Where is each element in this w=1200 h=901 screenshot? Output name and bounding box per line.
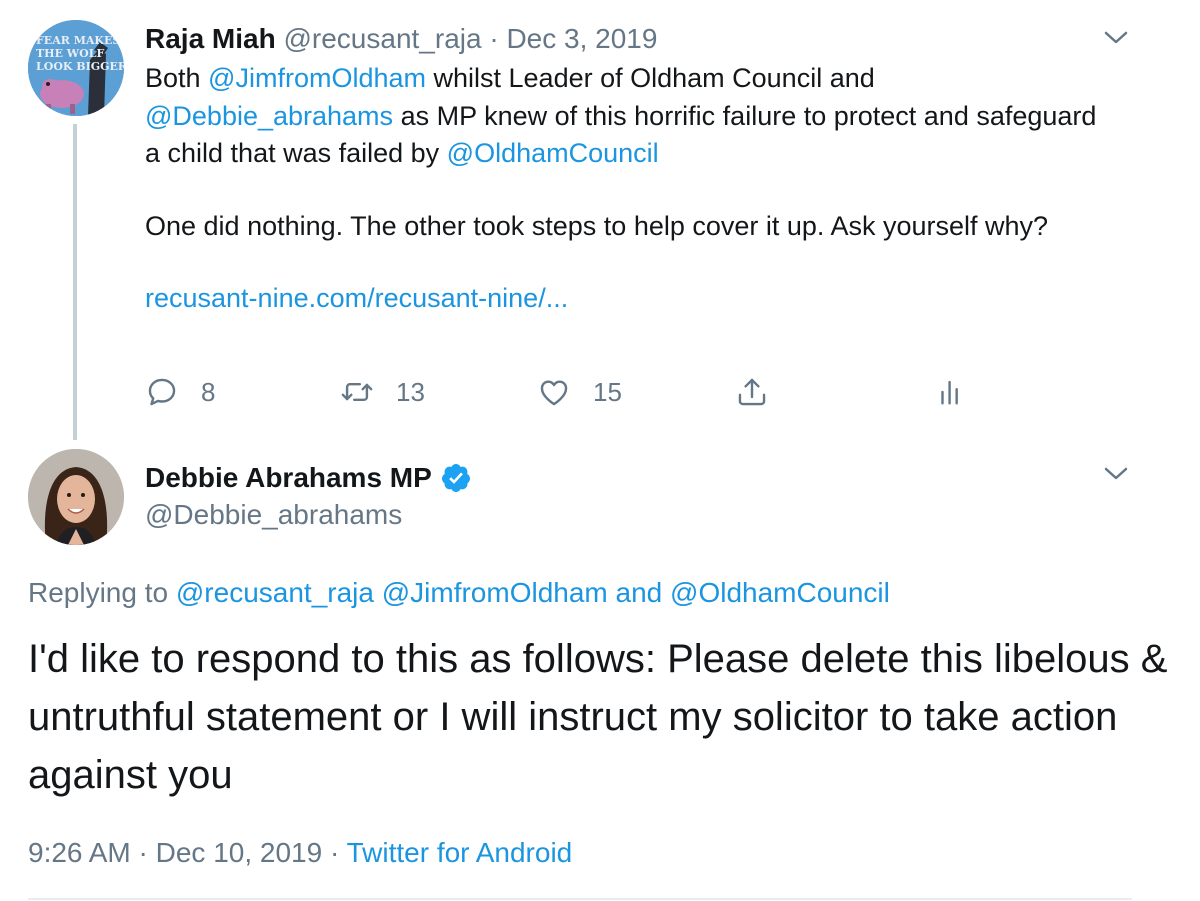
avatar-caption-3: LOOK BIGGER bbox=[36, 60, 124, 73]
tweet1-body: Both @JimfromOldham whilst Leader of Old… bbox=[145, 60, 1105, 318]
replying-to-oldhamcouncil[interactable]: @OldhamCouncil bbox=[670, 577, 890, 608]
tweet2-separator-2: · bbox=[329, 837, 340, 868]
tweet1-text: whilst Leader of Oldham Council and bbox=[426, 63, 875, 93]
share-icon bbox=[738, 378, 766, 406]
tweet2-author-row: Debbie Abrahams MP bbox=[145, 460, 472, 496]
tweet2-source[interactable]: Twitter for Android bbox=[347, 837, 573, 868]
like-icon bbox=[540, 380, 568, 406]
tweet1-paragraph-2: One did nothing. The other took steps to… bbox=[145, 210, 1049, 241]
avatar-image bbox=[28, 449, 124, 545]
mention-jimfromoldham[interactable]: @JimfromOldham bbox=[208, 63, 426, 93]
verified-badge-icon bbox=[441, 464, 470, 492]
tweet1-author-name[interactable]: Raja Miah bbox=[145, 23, 276, 54]
thread-connector-line bbox=[73, 124, 77, 440]
tweet2-text: I'd like to respond to this as follows: … bbox=[28, 637, 1168, 797]
like-count: 15 bbox=[593, 376, 622, 407]
replying-to-and: and bbox=[607, 577, 671, 608]
tweet1-author-handle[interactable]: @recusant_raja bbox=[283, 23, 481, 54]
avatar-debbie-abrahams[interactable] bbox=[28, 449, 124, 545]
share-button[interactable] bbox=[735, 372, 791, 412]
analytics-icon bbox=[941, 380, 958, 405]
mention-oldhamcouncil[interactable]: @OldhamCouncil bbox=[447, 138, 659, 168]
retweet-button[interactable]: 13 bbox=[340, 372, 425, 412]
chevron-down-icon[interactable] bbox=[1103, 30, 1129, 46]
avatar-image: FEAR MAKES THE WOLF LOOK BIGGER bbox=[28, 20, 124, 116]
replying-to-recusant-raja[interactable]: @recusant_raja bbox=[176, 577, 374, 608]
retweet-icon bbox=[341, 383, 373, 401]
tweet1-external-link[interactable]: recusant-nine.com/recusant-nine/... bbox=[145, 283, 568, 313]
divider bbox=[28, 898, 1132, 900]
tweet2-meta: 9:26 AM · Dec 10, 2019 · Twitter for And… bbox=[28, 835, 572, 871]
mention-debbie-abrahams[interactable]: @Debbie_abrahams bbox=[145, 101, 393, 131]
avatar-caption-1: FEAR MAKES bbox=[36, 34, 120, 47]
tweet1-header: Raja Miah @recusant_raja · Dec 3, 2019 bbox=[145, 22, 657, 56]
tweet1-date[interactable]: Dec 3, 2019 bbox=[506, 23, 657, 54]
tweet1-paragraph-1: Both @JimfromOldham whilst Leader of Old… bbox=[145, 60, 1105, 173]
tweet2-separator-1: · bbox=[138, 837, 148, 868]
analytics-button[interactable] bbox=[934, 372, 990, 412]
like-button[interactable]: 15 bbox=[537, 372, 622, 412]
replying-to-line: Replying to @recusant_raja @JimfromOldha… bbox=[28, 575, 890, 611]
tweet2-author-handle[interactable]: @Debbie_abrahams bbox=[145, 497, 402, 533]
replying-to-jimfromoldham[interactable]: @JimfromOldham bbox=[382, 577, 608, 608]
reply-button[interactable]: 8 bbox=[145, 372, 215, 412]
replying-to-label: Replying to bbox=[28, 577, 176, 608]
tweet2-date[interactable]: Dec 10, 2019 bbox=[156, 837, 323, 868]
tweet1-text: Both bbox=[145, 63, 209, 93]
reply-icon bbox=[148, 378, 176, 406]
tweet1-separator: · bbox=[489, 23, 499, 54]
avatar-caption-2: THE WOLF bbox=[36, 47, 104, 60]
avatar-raja-miah[interactable]: FEAR MAKES THE WOLF LOOK BIGGER bbox=[28, 20, 124, 116]
reply-count: 8 bbox=[201, 376, 216, 407]
tweet2-time[interactable]: 9:26 AM bbox=[28, 837, 131, 868]
tweet2-author-name[interactable]: Debbie Abrahams MP bbox=[145, 460, 432, 496]
chevron-down-icon[interactable] bbox=[1103, 466, 1129, 482]
retweet-count: 13 bbox=[396, 376, 425, 407]
